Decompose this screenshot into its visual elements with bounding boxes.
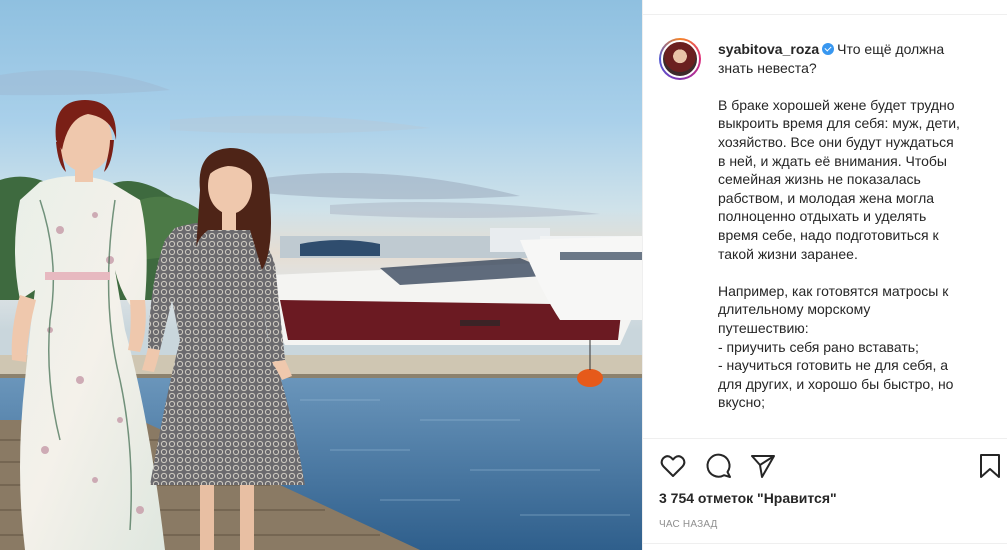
caption-line: полноценно отдыхать и уделять bbox=[718, 208, 927, 225]
post-side-panel: syabitova_roza Что ещё должна знать невес… bbox=[642, 0, 1007, 550]
verified-badge-icon bbox=[822, 43, 835, 55]
caption-line: выкроить время для себя: муж, дети, bbox=[718, 115, 960, 132]
caption-line: такой жизни заранее. bbox=[718, 245, 858, 262]
caption-line: для других, и хорошо бы быстро, но bbox=[718, 375, 954, 392]
username-link[interactable]: syabitova_roza bbox=[718, 41, 819, 57]
caption-line: вкусно; bbox=[718, 394, 765, 411]
post-timestamp[interactable]: час назад bbox=[659, 519, 718, 530]
caption-line: длительному морскому bbox=[718, 301, 871, 318]
divider bbox=[643, 438, 1007, 439]
caption-title-line-1: Что ещё должна bbox=[837, 41, 945, 57]
caption-header: syabitova_roza Что ещё должна знать невес… bbox=[718, 40, 993, 77]
heart-icon[interactable] bbox=[659, 452, 687, 480]
paper-plane-icon[interactable] bbox=[749, 452, 777, 480]
divider bbox=[643, 543, 1007, 544]
caption-line: хозяйство. Все они будут нуждаться bbox=[718, 133, 954, 150]
likes-count[interactable]: 3 754 отметок "Нравится" bbox=[659, 490, 837, 506]
post-photo[interactable] bbox=[0, 0, 642, 550]
caption-line: время себе, надо подготовиться к bbox=[718, 226, 939, 243]
caption-paragraph-2: Например, как готовятся матросы к длител… bbox=[718, 282, 993, 412]
caption-line: семейная жизнь не показалась bbox=[718, 171, 921, 188]
caption-line: В браке хорошей жене будет трудно bbox=[718, 96, 955, 113]
post-caption: syabitova_roza Что ещё должна знать невес… bbox=[718, 40, 993, 438]
avatar-image bbox=[661, 40, 699, 78]
caption-line: в ней, и ждать её внимания. Чтобы bbox=[718, 152, 947, 169]
comment-icon[interactable] bbox=[705, 452, 733, 480]
caption-first-line: syabitova_roza Что ещё должна bbox=[718, 40, 993, 59]
caption-line: - приучить себя рано вставать; bbox=[718, 338, 919, 355]
photo-illustration bbox=[0, 70, 642, 550]
caption-line: - научиться готовить не для себя, а bbox=[718, 357, 949, 374]
caption-line: путешествию: bbox=[718, 319, 809, 336]
caption-title-line-2: знать невеста? bbox=[718, 59, 817, 76]
divider bbox=[643, 14, 1007, 15]
caption-line: рабством, и молодая жена могла bbox=[718, 189, 935, 206]
profile-avatar[interactable] bbox=[659, 38, 701, 80]
caption-paragraph-1: В браке хорошей жене будет трудно выкрои… bbox=[718, 96, 993, 263]
bookmark-icon[interactable] bbox=[976, 452, 1004, 480]
caption-line: Например, как готовятся матросы к bbox=[718, 282, 949, 299]
